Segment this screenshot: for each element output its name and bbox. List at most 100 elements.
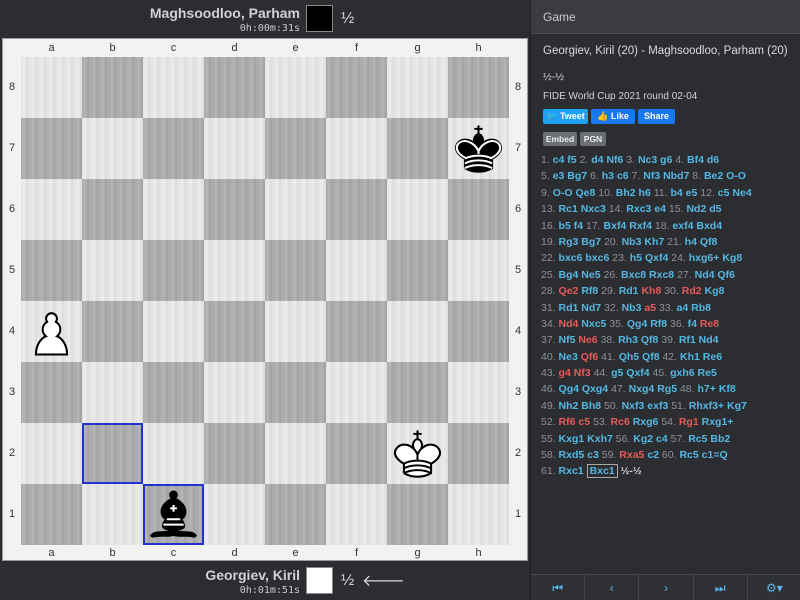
square-a2[interactable] — [21, 423, 82, 484]
move[interactable]: Kxg1 — [559, 433, 585, 445]
move[interactable]: Rc1 — [559, 203, 578, 215]
move[interactable]: Nb3 — [622, 236, 642, 248]
embed-button[interactable]: Embed — [543, 132, 577, 146]
move[interactable]: Qxf4 — [645, 252, 668, 264]
square-h2[interactable] — [448, 423, 509, 484]
move[interactable]: Nf6 — [606, 154, 623, 166]
move[interactable]: Qf8 — [700, 236, 718, 248]
square-c7[interactable] — [143, 118, 204, 179]
move[interactable]: Nd7 — [581, 302, 601, 314]
move[interactable]: c3 — [587, 449, 599, 461]
move[interactable]: Nb3 — [622, 302, 642, 314]
move[interactable]: Nxc5 — [581, 318, 606, 330]
square-g4[interactable] — [387, 301, 448, 362]
share-button[interactable]: Share — [638, 109, 675, 124]
move[interactable]: Kh7 — [644, 236, 664, 248]
move[interactable]: c2 — [647, 449, 659, 461]
square-a3[interactable] — [21, 362, 82, 423]
move[interactable]: e3 — [553, 170, 565, 182]
move[interactable]: exf4 — [672, 220, 693, 232]
move[interactable]: Kh8 — [641, 285, 661, 297]
square-b8[interactable] — [82, 57, 143, 118]
square-e1[interactable] — [265, 484, 326, 545]
square-g6[interactable] — [387, 179, 448, 240]
move[interactable]: Kf8 — [719, 383, 736, 395]
square-c2[interactable] — [143, 423, 204, 484]
move[interactable]: Rxc1 — [559, 465, 584, 477]
like-button[interactable]: 👍 Like — [591, 109, 635, 124]
move[interactable]: Bh8 — [581, 400, 601, 412]
move[interactable]: Nd4 — [695, 269, 715, 281]
move[interactable]: Qg4 — [627, 318, 647, 330]
move[interactable]: Re5 — [698, 367, 717, 379]
square-a7[interactable] — [21, 118, 82, 179]
square-a6[interactable] — [21, 179, 82, 240]
move[interactable]: Ne3 — [559, 351, 578, 363]
move[interactable]: Rd2 — [682, 285, 702, 297]
square-g7[interactable] — [387, 118, 448, 179]
square-g5[interactable] — [387, 240, 448, 301]
first-move-button[interactable]: ⏮ — [531, 575, 586, 600]
current-move[interactable]: Bxc1 — [586, 464, 618, 479]
move[interactable]: Kxh7 — [587, 433, 613, 445]
move[interactable]: Kg7 — [727, 400, 747, 412]
black-bishop-icon[interactable] — [143, 484, 204, 545]
square-d1[interactable] — [204, 484, 265, 545]
move[interactable]: b5 — [559, 220, 571, 232]
square-c6[interactable] — [143, 179, 204, 240]
move[interactable]: Nxf3 — [622, 400, 645, 412]
move[interactable]: Bxf4 — [604, 220, 627, 232]
white-king-icon[interactable] — [387, 423, 448, 484]
square-f3[interactable] — [326, 362, 387, 423]
move[interactable]: Rxg6 — [633, 416, 659, 428]
move[interactable]: Rg3 — [559, 236, 579, 248]
square-e5[interactable] — [265, 240, 326, 301]
move[interactable]: Nd4 — [559, 318, 579, 330]
square-h3[interactable] — [448, 362, 509, 423]
move[interactable]: Bg7 — [567, 170, 587, 182]
square-a8[interactable] — [21, 57, 82, 118]
square-a1[interactable] — [21, 484, 82, 545]
last-move-button[interactable]: ⏭ — [694, 575, 748, 600]
square-b2[interactable] — [82, 423, 143, 484]
pgn-button[interactable]: PGN — [580, 132, 606, 146]
next-move-button[interactable]: › — [639, 575, 694, 600]
move[interactable]: Rxf4 — [629, 220, 652, 232]
black-king-icon[interactable] — [448, 118, 509, 179]
move[interactable]: h7+ — [698, 383, 716, 395]
move[interactable]: Rb8 — [691, 302, 711, 314]
move[interactable]: c5 — [718, 187, 730, 199]
move[interactable]: Rc5 — [679, 449, 698, 461]
move[interactable]: Nd2 — [686, 203, 706, 215]
move[interactable]: Bh2 — [616, 187, 636, 199]
square-h4[interactable] — [448, 301, 509, 362]
move[interactable]: e4 — [654, 203, 666, 215]
move[interactable]: Rc5 — [688, 433, 707, 445]
move[interactable]: Kh1 — [680, 351, 700, 363]
move[interactable]: hxg6+ — [689, 252, 720, 264]
move[interactable]: Nd4 — [699, 334, 719, 346]
square-b3[interactable] — [82, 362, 143, 423]
move[interactable]: Rd1 — [619, 285, 639, 297]
move[interactable]: Rf6 — [559, 416, 576, 428]
square-g8[interactable] — [387, 57, 448, 118]
square-f4[interactable] — [326, 301, 387, 362]
square-a5[interactable] — [21, 240, 82, 301]
move[interactable]: f4 — [574, 220, 583, 232]
square-f8[interactable] — [326, 57, 387, 118]
move[interactable]: Ne5 — [581, 269, 600, 281]
move[interactable]: Rf8 — [581, 285, 598, 297]
square-e4[interactable] — [265, 301, 326, 362]
square-d6[interactable] — [204, 179, 265, 240]
square-e8[interactable] — [265, 57, 326, 118]
move[interactable]: bxc6 — [585, 252, 609, 264]
move[interactable]: Bxd4 — [696, 220, 722, 232]
move[interactable]: Bg4 — [559, 269, 579, 281]
square-g3[interactable] — [387, 362, 448, 423]
move[interactable]: Rxc3 — [626, 203, 651, 215]
move[interactable]: d6 — [707, 154, 719, 166]
white-pawn-icon[interactable] — [21, 301, 82, 362]
move[interactable]: e5 — [686, 187, 698, 199]
move[interactable]: Qxf4 — [626, 367, 649, 379]
move[interactable]: Qf6 — [581, 351, 599, 363]
